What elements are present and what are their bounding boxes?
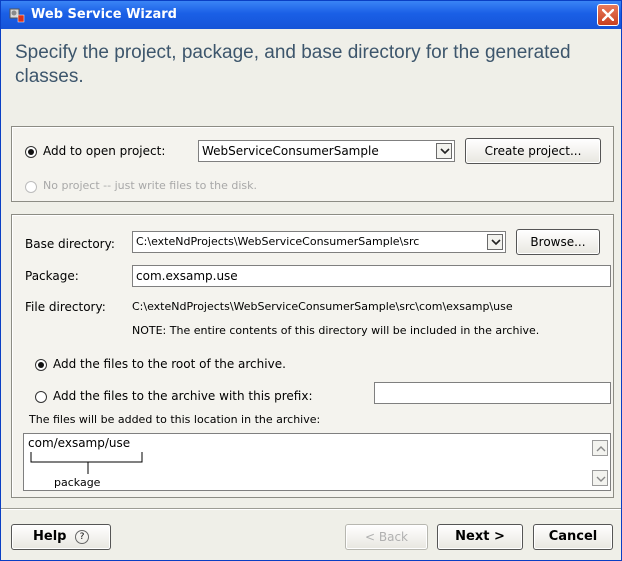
footer-divider <box>1 508 621 510</box>
file-directory-label: File directory: <box>25 300 106 314</box>
archive-location-caption: package <box>54 476 101 489</box>
add-with-prefix-radio[interactable] <box>35 391 47 403</box>
help-button[interactable]: Help ? <box>11 524 111 550</box>
add-to-root-label: Add the files to the root of the archive… <box>53 357 286 371</box>
archive-location-path: com/exsamp/use <box>28 436 131 450</box>
next-button[interactable]: Next > <box>437 524 523 550</box>
archive-location-preview: com/exsamp/use package <box>23 433 611 491</box>
project-select[interactable]: WebServiceConsumerSample <box>198 140 455 162</box>
preview-scroll-down[interactable] <box>592 470 608 486</box>
browse-button[interactable]: Browse... <box>516 229 600 255</box>
chevron-down-icon <box>440 148 450 155</box>
file-directory-value: C:\exteNdProjects\WebServiceConsumerSamp… <box>132 300 513 313</box>
close-button[interactable] <box>597 4 619 26</box>
archive-location-label: The files will be added to this location… <box>29 413 321 426</box>
add-to-open-project-label: Add to open project: <box>43 144 166 158</box>
help-button-label: Help <box>33 529 67 544</box>
package-label: Package: <box>25 269 79 283</box>
add-to-root-radio[interactable] <box>35 359 47 371</box>
no-project-radio[interactable] <box>25 181 37 193</box>
cancel-button[interactable]: Cancel <box>533 524 613 550</box>
base-directory-value: C:\exteNdProjects\WebServiceConsumerSamp… <box>136 235 420 248</box>
window-title: Web Service Wizard <box>31 7 177 22</box>
page-heading: Specify the project, package, and base d… <box>15 42 571 87</box>
chevron-down-icon <box>491 239 501 246</box>
wizard-window: Web Service Wizard Specify the project, … <box>0 0 622 561</box>
add-with-prefix-label: Add the files to the archive with this p… <box>53 389 313 403</box>
chevron-up-icon <box>596 446 606 452</box>
package-input[interactable]: com.exsamp.use <box>132 265 611 287</box>
base-directory-select[interactable]: C:\exteNdProjects\WebServiceConsumerSamp… <box>132 231 506 253</box>
add-to-open-project-radio[interactable] <box>25 146 37 158</box>
archive-prefix-input[interactable] <box>374 382 611 404</box>
base-directory-dropdown-button[interactable] <box>487 234 503 250</box>
project-select-value: WebServiceConsumerSample <box>202 144 379 158</box>
close-icon <box>602 9 614 21</box>
wizard-app-icon <box>9 7 25 23</box>
no-project-label: No project -- just write files to the di… <box>43 179 257 192</box>
base-directory-label: Base directory: <box>25 237 115 251</box>
back-button[interactable]: < Back <box>345 524 428 550</box>
help-icon: ? <box>75 530 89 544</box>
archive-note: NOTE: The entire contents of this direct… <box>132 324 540 337</box>
create-project-button[interactable]: Create project... <box>465 138 601 164</box>
package-input-value: com.exsamp.use <box>136 269 238 283</box>
preview-scroll-up[interactable] <box>592 440 608 456</box>
project-dropdown-button[interactable] <box>436 143 452 159</box>
chevron-down-icon <box>596 476 606 482</box>
title-bar[interactable]: Web Service Wizard <box>1 1 621 29</box>
